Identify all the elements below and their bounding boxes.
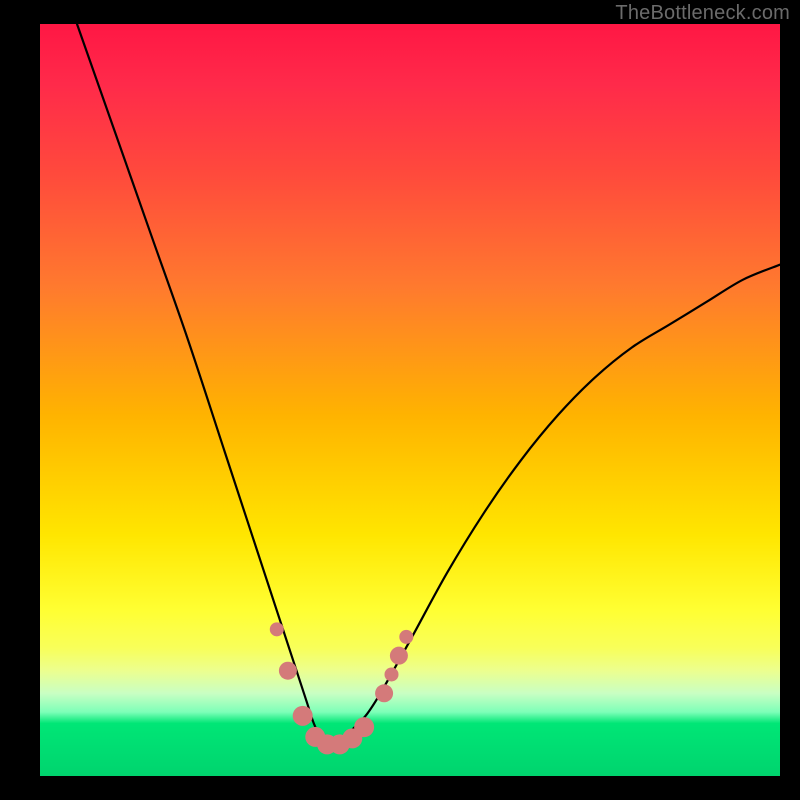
watermark-text: TheBottleneck.com xyxy=(615,2,790,25)
curve-marker xyxy=(293,706,313,726)
bottleneck-curve-svg xyxy=(40,24,780,776)
curve-marker xyxy=(270,622,284,636)
curve-marker xyxy=(279,662,297,680)
bottleneck-curve-path xyxy=(77,24,780,747)
curve-marker xyxy=(399,630,413,644)
curve-marker xyxy=(390,647,408,665)
curve-marker xyxy=(354,717,374,737)
plot-area xyxy=(40,24,780,776)
curve-marker xyxy=(385,667,399,681)
curve-markers xyxy=(270,622,414,754)
chart-frame: TheBottleneck.com xyxy=(0,0,800,800)
curve-marker xyxy=(375,684,393,702)
